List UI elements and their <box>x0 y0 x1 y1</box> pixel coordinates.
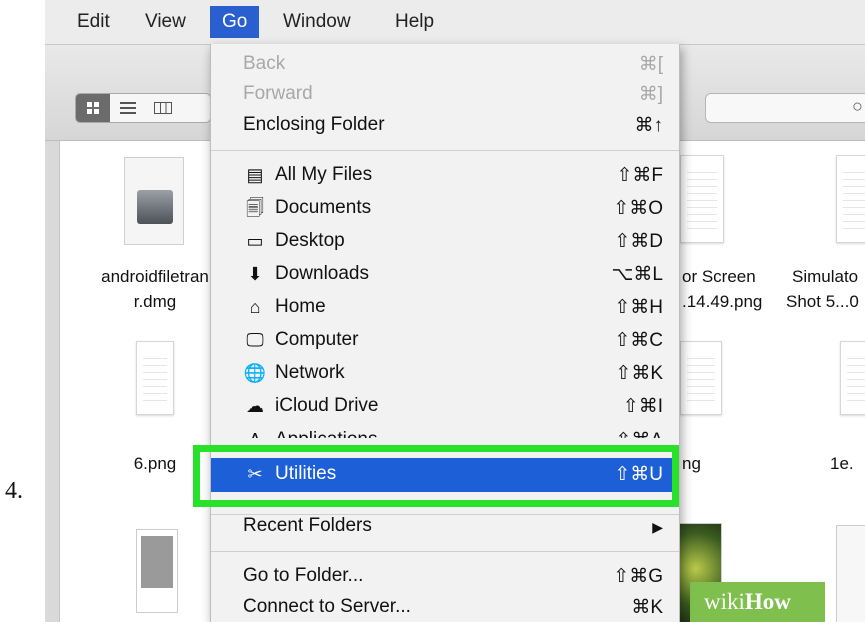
documents-icon: 🗐 <box>246 198 264 218</box>
file-caption: 6.png <box>133 454 177 473</box>
computer-icon: 🖵 <box>246 330 264 350</box>
image-thumbnail <box>136 341 174 415</box>
menu-item-label: All My Files <box>275 164 373 185</box>
menu-go[interactable]: Go <box>210 6 260 38</box>
image-thumbnail <box>680 155 724 243</box>
menu-item-label: Downloads <box>275 263 369 284</box>
menu-separator <box>211 150 679 151</box>
go-menu: Back ⌘[ Forward ⌘] Enclosing Folder ⌘↑ ▤… <box>210 44 680 622</box>
file-caption: androidfiletran <box>101 267 209 286</box>
highlight-callout-box <box>193 445 679 507</box>
image-thumbnail <box>680 341 722 415</box>
list-view-icon[interactable] <box>111 94 145 122</box>
menu-item-connect-to-server[interactable]: Connect to Server... ⌘K <box>211 591 679 622</box>
file-caption: Simulato <box>792 267 859 286</box>
menu-item-label: Forward <box>243 83 313 104</box>
menu-item-computer[interactable]: 🖵 Computer ⇧⌘C <box>211 324 679 357</box>
menu-item-desktop[interactable]: ▭ Desktop ⇧⌘D <box>211 225 679 258</box>
watermark-suffix: How <box>744 589 791 614</box>
menu-item-all-my-files[interactable]: ▤ All My Files ⇧⌘F <box>211 159 679 192</box>
menu-item-label: Applications <box>275 429 377 438</box>
menu-item-shortcut: ⇧⌘C <box>614 330 663 351</box>
menu-item-shortcut: ⌘K <box>631 597 663 618</box>
menu-item-label: Go to Folder... <box>243 565 364 586</box>
menu-item-label: iCloud Drive <box>275 395 379 416</box>
file-caption: 1e. <box>830 454 854 473</box>
cloud-icon: ☁ <box>246 396 264 416</box>
step-number: 4. <box>5 478 23 504</box>
sidebar-edge <box>45 141 60 622</box>
menu-item-label: Computer <box>275 329 359 350</box>
watermark-prefix: wiki <box>704 589 745 614</box>
menu-help[interactable]: Help <box>395 8 434 36</box>
disk-image-icon <box>137 190 173 224</box>
all-files-icon: ▤ <box>246 165 264 185</box>
menu-item-label: Enclosing Folder <box>243 114 385 135</box>
menu-item-icloud-drive[interactable]: ☁ iCloud Drive ⇧⌘I <box>211 390 679 423</box>
desktop-icon: ▭ <box>246 231 264 251</box>
menu-item-label: Documents <box>275 197 372 218</box>
image-thumbnail[interactable] <box>836 525 865 622</box>
menu-item-shortcut: ⌘] <box>638 84 663 105</box>
menu-item-network[interactable]: 🌐 Network ⇧⌘K <box>211 357 679 390</box>
menu-view[interactable]: View <box>145 8 186 36</box>
search-field[interactable]: ○ <box>705 93 865 123</box>
downloads-icon: ⬇ <box>247 264 263 284</box>
file-caption: or Screen <box>682 267 756 286</box>
menu-item-label: Home <box>275 296 326 317</box>
menu-window[interactable]: Window <box>283 8 351 36</box>
menu-item-label: Connect to Server... <box>243 596 411 617</box>
menu-edit[interactable]: Edit <box>77 8 110 36</box>
search-icon: ○ <box>852 96 863 116</box>
menu-item-shortcut: ⌥⌘L <box>611 264 663 285</box>
menu-item-shortcut: ⇧⌘K <box>615 363 663 384</box>
menu-item-go-to-folder[interactable]: Go to Folder... ⇧⌘G <box>211 560 679 593</box>
menu-item-label: Recent Folders <box>243 515 372 536</box>
document-icon <box>124 157 184 245</box>
view-mode-control <box>75 93 211 123</box>
menu-item-home[interactable]: ⌂ Home ⇧⌘H <box>211 291 679 324</box>
screenshot-stage: 4. Edit View Go Window Help ○ androidfil… <box>0 0 865 622</box>
image-thumbnail <box>836 155 865 243</box>
menu-item-downloads[interactable]: ⬇ Downloads ⌥⌘L <box>211 258 679 291</box>
menu-item-label: Network <box>275 362 345 383</box>
file-caption: .14.49.png <box>682 292 763 311</box>
menu-separator <box>211 551 679 552</box>
file-caption: ng <box>682 454 701 473</box>
applications-icon: A <box>243 429 267 438</box>
menu-item-label: Desktop <box>275 230 345 251</box>
home-icon: ⌂ <box>249 297 261 317</box>
icon-view-icon[interactable] <box>76 94 110 122</box>
menu-item-label: Back <box>243 53 286 74</box>
wikihow-watermark: wikiHow <box>690 582 825 622</box>
menu-item-recent-folders[interactable]: Recent Folders ▶ <box>211 510 679 543</box>
menu-item-shortcut: ⇧⌘G <box>613 566 663 587</box>
menu-item-documents[interactable]: 🗐 Documents ⇧⌘O <box>211 192 679 225</box>
menu-item-shortcut: ⇧⌘F <box>616 165 663 186</box>
menu-item-shortcut: ⌘↑ <box>634 115 664 136</box>
menu-item-shortcut: ⇧⌘A <box>615 429 663 438</box>
file-caption: r.dmg <box>133 292 177 311</box>
menu-item-shortcut: ⇧⌘O <box>613 198 663 219</box>
column-view-icon[interactable] <box>146 94 180 122</box>
menu-bar: Edit View Go Window Help <box>45 0 865 45</box>
menu-item-back: Back ⌘[ <box>211 48 679 81</box>
menu-item-shortcut: ⇧⌘D <box>614 231 663 252</box>
menu-item-applications[interactable]: A Applications ⇧⌘A <box>211 424 679 438</box>
submenu-arrow-icon: ▶ <box>652 519 663 535</box>
file-caption: Shot 5...0 <box>786 292 859 311</box>
menu-item-shortcut: ⇧⌘I <box>622 396 663 417</box>
menu-item-shortcut: ⌘[ <box>638 54 663 75</box>
image-thumbnail[interactable] <box>136 529 178 613</box>
menu-item-forward: Forward ⌘] <box>211 78 679 111</box>
image-thumbnail <box>840 341 865 415</box>
network-icon: 🌐 <box>243 363 267 383</box>
menu-item-enclosing-folder[interactable]: Enclosing Folder ⌘↑ <box>211 109 679 142</box>
menu-item-shortcut: ⇧⌘H <box>614 297 663 318</box>
